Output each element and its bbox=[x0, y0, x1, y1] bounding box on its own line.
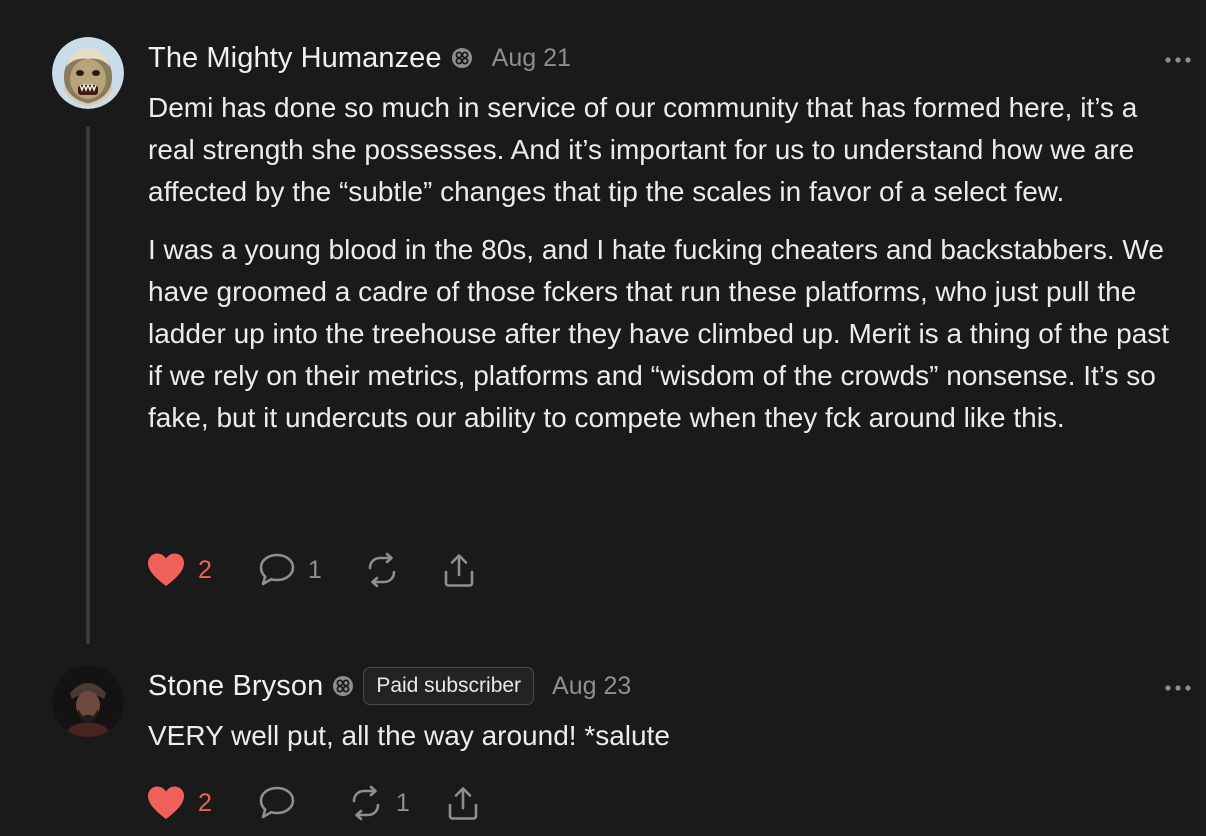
comment-paragraph: Demi has done so much in service of our … bbox=[148, 92, 1138, 207]
comment-date[interactable]: Aug 23 bbox=[552, 672, 631, 701]
author-name[interactable]: The Mighty Humanzee bbox=[148, 42, 442, 75]
comment-actions: 2 1 bbox=[146, 783, 516, 823]
like-count: 2 bbox=[198, 555, 212, 584]
comment-paragraph: VERY well put, all the way around! *salu… bbox=[148, 720, 670, 751]
more-options-icon[interactable] bbox=[1164, 680, 1192, 691]
avatar[interactable] bbox=[52, 37, 124, 109]
comment-paragraph: I was a young blood in the 80s, and I ha… bbox=[148, 234, 1170, 433]
thread-line bbox=[86, 126, 90, 644]
like-button[interactable]: 2 bbox=[146, 552, 212, 588]
like-count: 2 bbox=[198, 788, 212, 817]
reply-count: 1 bbox=[307, 555, 322, 584]
comment-bubble-icon bbox=[258, 785, 296, 821]
comment-header: Stone Bryson Paid subscriber Aug 23 bbox=[148, 666, 631, 706]
comment-body: Demi has done so much in service of our … bbox=[148, 87, 1188, 439]
comment-date[interactable]: Aug 21 bbox=[492, 44, 571, 73]
more-options-icon[interactable] bbox=[1164, 52, 1192, 63]
share-icon bbox=[446, 785, 480, 821]
share-button[interactable] bbox=[446, 785, 480, 821]
restack-button[interactable]: 1 bbox=[348, 785, 410, 821]
restack-button[interactable] bbox=[364, 552, 412, 588]
comment-body: VERY well put, all the way around! *salu… bbox=[148, 715, 1188, 757]
comment-actions: 2 1 bbox=[146, 550, 512, 590]
subscriber-icon bbox=[331, 674, 355, 698]
author-name[interactable]: Stone Bryson bbox=[148, 670, 323, 703]
avatar[interactable] bbox=[52, 665, 124, 737]
subscriber-icon bbox=[450, 46, 474, 70]
heart-icon bbox=[146, 552, 186, 588]
reply-button[interactable] bbox=[258, 785, 308, 821]
share-icon bbox=[442, 552, 476, 588]
heart-icon bbox=[146, 785, 186, 821]
like-button[interactable]: 2 bbox=[146, 785, 212, 821]
comment-header: The Mighty Humanzee Aug 21 bbox=[148, 38, 571, 78]
restack-count: 1 bbox=[395, 788, 410, 817]
comment-bubble-icon bbox=[258, 552, 296, 588]
restack-icon bbox=[364, 552, 400, 588]
restack-icon bbox=[348, 785, 384, 821]
paid-subscriber-badge: Paid subscriber bbox=[363, 667, 535, 705]
reply-button[interactable]: 1 bbox=[258, 552, 322, 588]
share-button[interactable] bbox=[442, 552, 476, 588]
